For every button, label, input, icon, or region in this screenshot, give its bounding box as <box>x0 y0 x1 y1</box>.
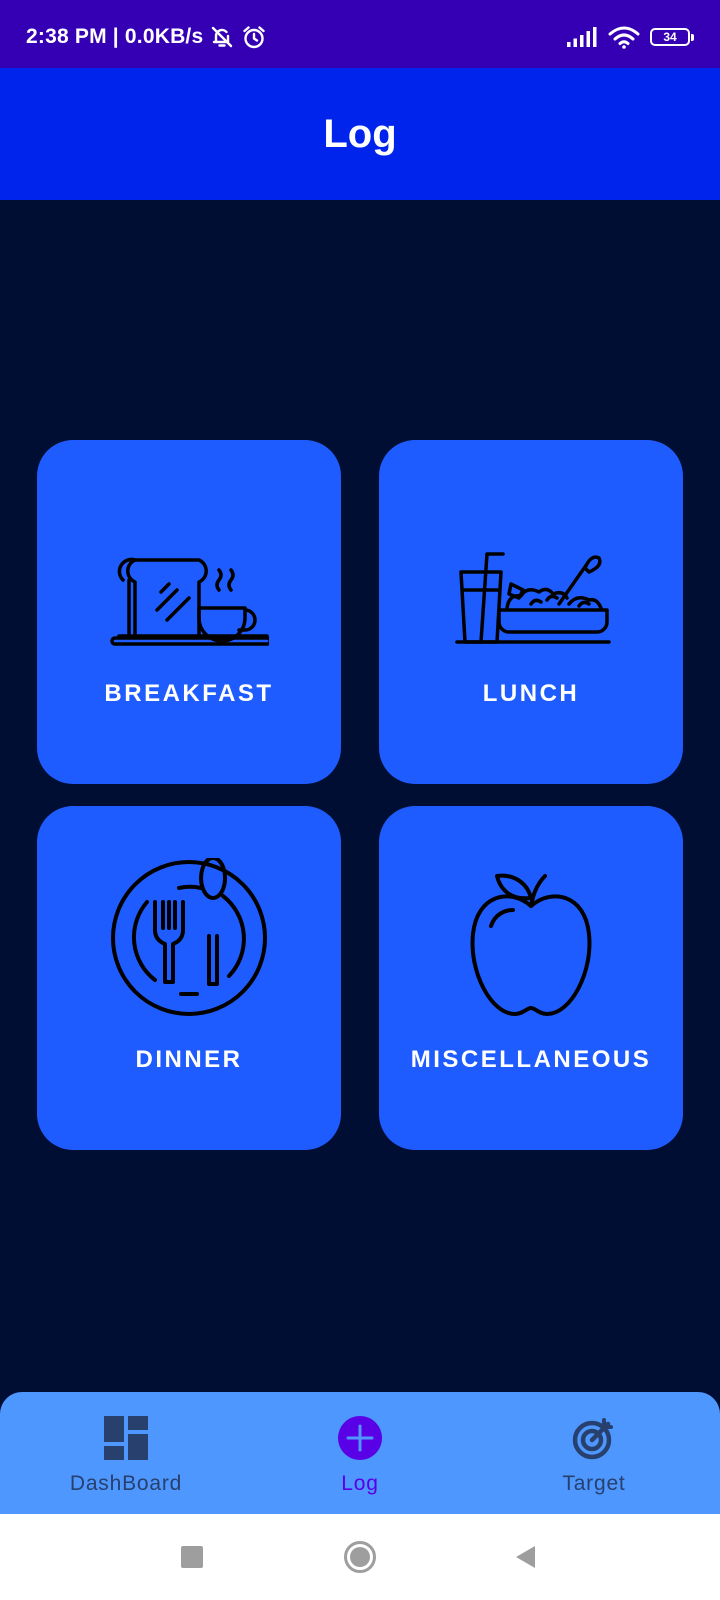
lunch-card[interactable]: LUNCH <box>379 440 683 784</box>
page-title: Log <box>323 111 397 156</box>
app-bar: Log <box>0 68 720 200</box>
battery-level: 34 <box>663 30 677 44</box>
status-time-speed: 2:38 PM | 0.0KB/s <box>26 25 204 48</box>
nav-item-log[interactable]: Log <box>260 1392 460 1514</box>
signal-icon <box>567 27 597 47</box>
battery-icon: 34 <box>650 28 694 46</box>
square-icon <box>181 1546 203 1568</box>
add-circle-icon <box>338 1416 382 1460</box>
bell-off-icon <box>212 26 233 48</box>
recent-apps-button[interactable] <box>167 1532 217 1582</box>
apple-icon <box>470 873 592 1016</box>
dinner-card[interactable]: DINNER <box>37 806 341 1150</box>
drink-salad-bowl-icon <box>455 552 611 644</box>
breakfast-label: BREAKFAST <box>104 680 274 707</box>
breakfast-card[interactable]: BREAKFAST <box>37 440 341 784</box>
dashboard-icon <box>104 1416 148 1460</box>
nav-item-target[interactable]: Target <box>494 1392 694 1514</box>
alarm-icon <box>243 26 266 49</box>
system-navigation-bar <box>0 1514 720 1600</box>
nav-item-dashboard[interactable]: DashBoard <box>26 1392 226 1514</box>
dinner-label: DINNER <box>135 1046 243 1073</box>
status-bar: 2:38 PM | 0.0KB/s 34 <box>0 0 720 68</box>
circle-icon <box>344 1541 376 1573</box>
status-left: 2:38 PM | 0.0KB/s <box>26 22 267 52</box>
miscellaneous-label: MISCELLANEOUS <box>410 1046 652 1073</box>
toast-coffee-icon <box>110 557 269 646</box>
home-button[interactable] <box>335 1532 385 1582</box>
nav-label-target: Target <box>562 1472 626 1495</box>
nav-label-dashboard: DashBoard <box>69 1472 183 1495</box>
plate-fork-spoon-icon <box>111 858 267 1016</box>
back-button[interactable] <box>500 1532 550 1582</box>
status-right: 34 <box>566 22 694 52</box>
lunch-label: LUNCH <box>482 680 580 707</box>
target-icon <box>572 1418 613 1460</box>
wifi-icon <box>608 26 640 49</box>
back-triangle-icon <box>516 1546 535 1568</box>
nav-label-log: Log <box>341 1472 379 1495</box>
bottom-navigation: DashBoard Log Target <box>0 1392 720 1514</box>
miscellaneous-card[interactable]: MISCELLANEOUS <box>379 806 683 1150</box>
